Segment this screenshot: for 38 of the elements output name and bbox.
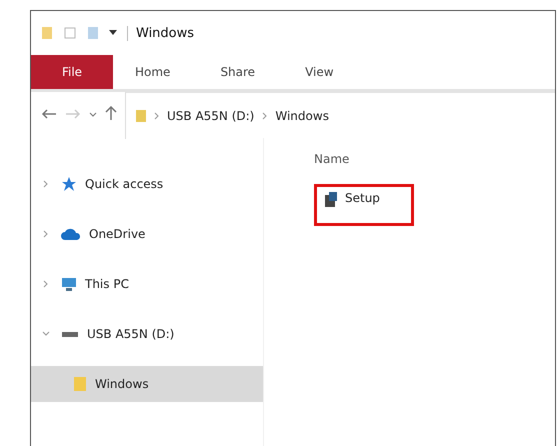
navigation-label: OneDrive bbox=[89, 227, 146, 241]
properties-icon[interactable] bbox=[63, 26, 77, 40]
navigation-item[interactable]: Quick access bbox=[31, 166, 263, 202]
cloud-icon bbox=[61, 227, 81, 241]
navigation-item[interactable]: Windows bbox=[31, 366, 263, 402]
breadcrumb-item[interactable]: Windows bbox=[275, 109, 329, 123]
drive-icon bbox=[61, 329, 79, 339]
chevron-icon[interactable] bbox=[42, 230, 50, 238]
ribbon-tab[interactable]: View bbox=[283, 55, 362, 89]
dropdown-icon[interactable] bbox=[109, 30, 117, 36]
breadcrumb-item[interactable]: USB A55N (D:) bbox=[167, 109, 254, 123]
breadcrumb-chevron-icon[interactable] bbox=[262, 112, 268, 120]
star-icon bbox=[61, 176, 77, 192]
navigation-label: Windows bbox=[95, 377, 149, 391]
chevron-icon[interactable] bbox=[42, 280, 50, 288]
installer-icon bbox=[323, 191, 339, 209]
folder-icon bbox=[41, 26, 53, 40]
navigation-label: Quick access bbox=[85, 177, 164, 191]
breadcrumb-chevron-icon[interactable] bbox=[154, 112, 159, 120]
new-folder-icon[interactable] bbox=[87, 26, 99, 40]
recent-locations-icon[interactable] bbox=[89, 112, 97, 118]
column-header[interactable]: Name bbox=[314, 152, 350, 166]
navigation-label: This PC bbox=[85, 277, 129, 291]
window-title: Windows bbox=[127, 26, 194, 40]
navigation-item[interactable]: This PC bbox=[31, 266, 263, 302]
ribbon-tab[interactable]: Home bbox=[113, 55, 198, 89]
computer-icon bbox=[61, 276, 77, 292]
chevron-icon[interactable] bbox=[42, 180, 50, 188]
navigation-label: USB A55N (D:) bbox=[87, 327, 174, 341]
ribbon-tab[interactable]: Share bbox=[198, 55, 284, 89]
navigation-item[interactable]: USB A55N (D:) bbox=[31, 316, 263, 352]
navigation-item[interactable]: OneDrive bbox=[31, 216, 263, 252]
file-tab[interactable]: File bbox=[31, 55, 113, 89]
chevron-icon[interactable] bbox=[42, 330, 50, 338]
address-bar[interactable]: USB A55N (D:) Windows bbox=[125, 91, 555, 139]
folder-icon bbox=[136, 109, 146, 123]
file-item[interactable]: Setup bbox=[314, 184, 414, 226]
folder-icon bbox=[73, 376, 87, 392]
